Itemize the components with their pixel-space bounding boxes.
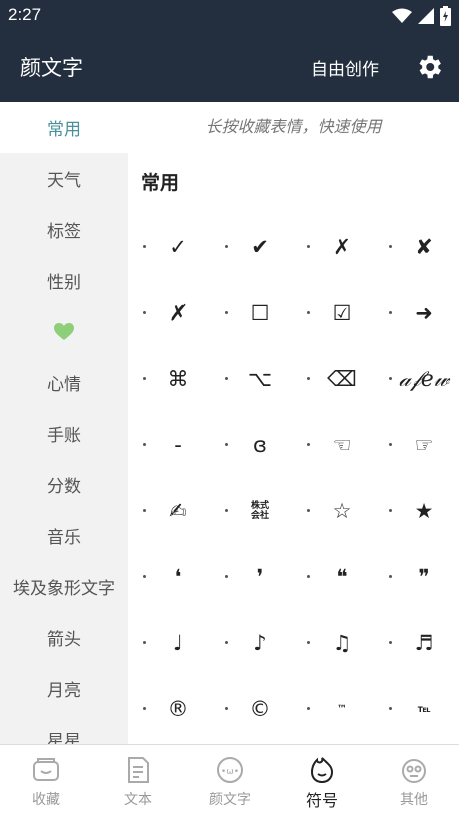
sidebar-item-heart[interactable] xyxy=(0,306,128,357)
sidebar-item-stars[interactable]: 星星 xyxy=(0,714,128,744)
nav-text[interactable]: 文本 xyxy=(92,745,184,816)
symbol-cell[interactable]: ♫ xyxy=(292,610,374,676)
symbol-grid: ✓ ✔ ✗ ✘ ✗̸ ☐ ☑ ➜ ⌘ ⌥ ⌫ 𝒶𝒻𝑒𝓌 - ɞ ☜ ☞ ✍ 株式… xyxy=(128,214,459,744)
symbol-cell[interactable]: ☞ xyxy=(374,412,456,478)
sidebar-item-hieroglyphs[interactable]: 埃及象形文字 xyxy=(0,561,128,612)
symbol-cell[interactable]: ⌫ xyxy=(292,346,374,412)
nav-label: 颜文字 xyxy=(209,792,251,808)
nav-other[interactable]: 其他 xyxy=(368,745,459,816)
wifi-icon xyxy=(392,8,412,23)
nav-label: 收藏 xyxy=(32,792,60,808)
long-press-hint: 长按收藏表情，快速使用 xyxy=(205,117,382,136)
bottom-nav: 收藏 文本 •ω• 颜文字 符号 其他 xyxy=(0,744,459,816)
symbol-cell[interactable]: ⌥ xyxy=(210,346,292,412)
nav-label: 符号 xyxy=(305,791,338,810)
sidebar-item-journal[interactable]: 手账 xyxy=(0,408,128,459)
app-title: 颜文字 xyxy=(20,56,83,80)
sidebar-item-gender[interactable]: 性别 xyxy=(0,255,128,306)
symbol-cell[interactable]: ™ xyxy=(292,676,374,742)
symbol-cell[interactable]: 株式会社 xyxy=(210,478,292,544)
free-create-button[interactable]: 自由创作 xyxy=(311,55,379,80)
symbol-cell[interactable]: ❝ xyxy=(292,544,374,610)
symbol-cell[interactable]: ✗̸ xyxy=(128,280,210,346)
category-sidebar: 常用 天气 标签 性别 心情 手账 分数 音乐 埃及象形文字 箭头 月亮 星星 xyxy=(0,102,128,744)
symbol-cell[interactable]: ❛ xyxy=(128,544,210,610)
symbol-cell[interactable]: ☆ xyxy=(292,478,374,544)
symbol-cell[interactable]: ☐ xyxy=(210,280,292,346)
sidebar-item-score[interactable]: 分数 xyxy=(0,459,128,510)
symbol-cell[interactable]: ☑ xyxy=(292,280,374,346)
sidebar-item-music[interactable]: 音乐 xyxy=(0,510,128,561)
favorites-icon xyxy=(33,758,59,781)
battery-icon xyxy=(440,6,451,26)
symbol-cell[interactable]: ✔ xyxy=(210,214,292,280)
sidebar-item-tags[interactable]: 标签 xyxy=(0,204,128,255)
nav-label: 其他 xyxy=(400,792,428,808)
status-icons xyxy=(392,6,451,26)
svg-text:•ω•: •ω• xyxy=(221,767,239,777)
nav-kaomoji[interactable]: •ω• 颜文字 xyxy=(184,745,276,816)
kaomoji-icon: •ω• xyxy=(217,757,243,783)
sidebar-item-mood[interactable]: 心情 xyxy=(0,357,128,408)
app-bar: 颜文字 自由创作 xyxy=(0,32,459,102)
symbol-cell[interactable]: ★ xyxy=(374,478,456,544)
nav-symbols[interactable]: 符号 xyxy=(276,745,368,816)
status-bar: 2:27 xyxy=(0,0,459,32)
sidebar-item-weather[interactable]: 天气 xyxy=(0,153,128,204)
symbol-cell[interactable]: ® xyxy=(128,676,210,742)
symbol-cell[interactable]: ❞ xyxy=(374,544,456,610)
text-icon xyxy=(128,757,149,783)
nav-favorites[interactable]: 收藏 xyxy=(0,745,92,816)
symbol-cell[interactable]: ɞ xyxy=(210,412,292,478)
symbol-cell[interactable]: ✍ xyxy=(128,478,210,544)
symbol-cell[interactable]: © xyxy=(210,676,292,742)
nav-label: 文本 xyxy=(124,792,152,808)
symbol-cell[interactable]: ✗ xyxy=(292,214,374,280)
symbol-flame-icon xyxy=(310,757,334,784)
symbol-cell[interactable]: - xyxy=(128,412,210,478)
section-title: 常用 xyxy=(141,172,180,194)
symbol-cell[interactable]: ⌘ xyxy=(128,346,210,412)
green-heart-icon xyxy=(54,322,74,340)
symbol-cell[interactable]: ✘ xyxy=(374,214,456,280)
symbol-cell[interactable]: ♬ xyxy=(374,610,456,676)
sidebar-item-common[interactable]: 常用 xyxy=(0,102,128,153)
sidebar-item-moon[interactable]: 月亮 xyxy=(0,663,128,714)
symbol-cell[interactable]: ➜ xyxy=(374,280,456,346)
status-time: 2:27 xyxy=(8,5,42,24)
signal-icon xyxy=(418,8,434,24)
symbol-cell[interactable]: ♩ xyxy=(128,610,210,676)
sidebar-item-arrows[interactable]: 箭头 xyxy=(0,612,128,663)
symbol-cell[interactable]: ✓ xyxy=(128,214,210,280)
symbol-cell[interactable]: 𝒶𝒻𝑒𝓌 xyxy=(374,346,456,412)
other-face-icon xyxy=(402,759,426,783)
symbol-cell[interactable]: ☜ xyxy=(292,412,374,478)
symbol-cell[interactable]: ℡ xyxy=(374,676,456,742)
symbol-cell[interactable]: ❜ xyxy=(210,544,292,610)
symbol-cell[interactable]: ♪ xyxy=(210,610,292,676)
gear-icon[interactable] xyxy=(414,52,444,82)
